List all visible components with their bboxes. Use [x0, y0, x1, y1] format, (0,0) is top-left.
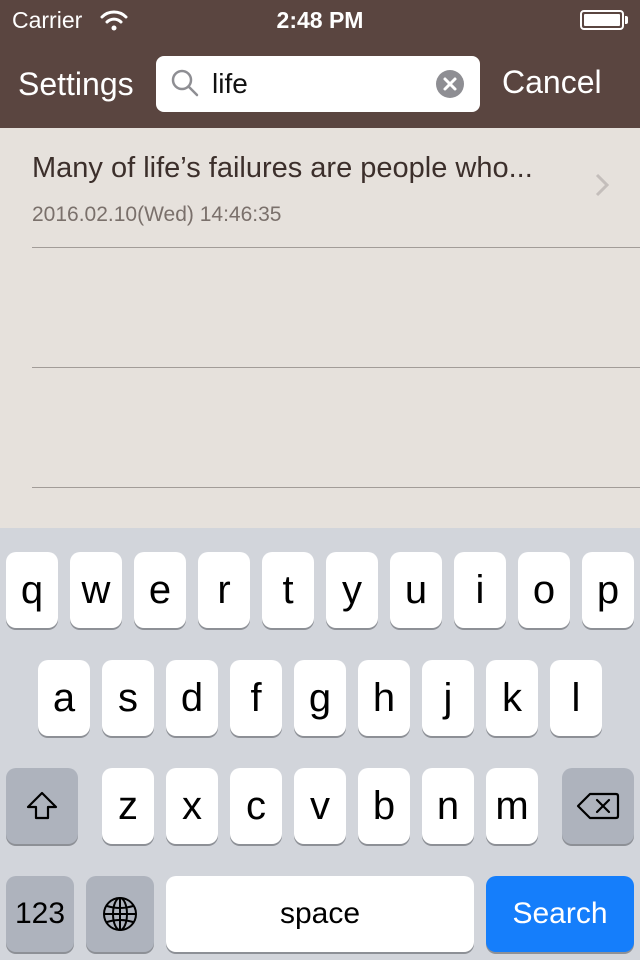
settings-button[interactable]: Settings: [18, 66, 134, 103]
key-g[interactable]: g: [294, 660, 346, 736]
key-t[interactable]: t: [262, 552, 314, 628]
battery-icon: [580, 10, 628, 30]
key-y[interactable]: y: [326, 552, 378, 628]
key-z[interactable]: z: [102, 768, 154, 844]
list-item[interactable]: Many of life’s failures are people who..…: [0, 128, 640, 248]
key-x[interactable]: x: [166, 768, 218, 844]
cancel-button[interactable]: Cancel: [502, 64, 602, 101]
key-o[interactable]: o: [518, 552, 570, 628]
shift-icon: [26, 791, 58, 820]
row-divider: [32, 487, 640, 488]
key-m[interactable]: m: [486, 768, 538, 844]
key-p[interactable]: p: [582, 552, 634, 628]
status-bar: Carrier 2:48 PM: [0, 0, 640, 40]
space-key[interactable]: space: [166, 876, 474, 952]
key-c[interactable]: c: [230, 768, 282, 844]
key-b[interactable]: b: [358, 768, 410, 844]
key-e[interactable]: e: [134, 552, 186, 628]
key-u[interactable]: u: [390, 552, 442, 628]
key-r[interactable]: r: [198, 552, 250, 628]
empty-row: [0, 248, 640, 368]
numbers-key[interactable]: 123: [6, 876, 74, 952]
delete-key[interactable]: [562, 768, 634, 844]
key-i[interactable]: i: [454, 552, 506, 628]
close-icon: [443, 77, 457, 91]
globe-icon: [103, 897, 137, 931]
empty-row: [0, 368, 640, 488]
status-time: 2:48 PM: [276, 7, 364, 33]
globe-key[interactable]: [86, 876, 154, 952]
search-icon: [171, 69, 199, 97]
key-j[interactable]: j: [422, 660, 474, 736]
key-s[interactable]: s: [102, 660, 154, 736]
key-d[interactable]: d: [166, 660, 218, 736]
key-h[interactable]: h: [358, 660, 410, 736]
navigation-header: Carrier 2:48 PM Settings Cancel: [0, 0, 640, 128]
key-l[interactable]: l: [550, 660, 602, 736]
result-title: Many of life’s failures are people who..…: [32, 152, 533, 184]
clear-search-button[interactable]: [436, 70, 464, 98]
search-results-list: Many of life’s failures are people who..…: [0, 128, 640, 488]
search-key[interactable]: Search: [486, 876, 634, 952]
keyboard: q w e r t y u i o p a s d f g h j k l z …: [0, 528, 640, 960]
backspace-icon: [576, 792, 620, 820]
key-v[interactable]: v: [294, 768, 346, 844]
shift-key[interactable]: [6, 768, 78, 844]
key-n[interactable]: n: [422, 768, 474, 844]
search-field[interactable]: [156, 56, 480, 112]
key-a[interactable]: a: [38, 660, 90, 736]
search-input[interactable]: [212, 66, 422, 102]
key-k[interactable]: k: [486, 660, 538, 736]
key-q[interactable]: q: [6, 552, 58, 628]
result-date: 2016.02.10(Wed) 14:46:35: [32, 203, 282, 226]
key-w[interactable]: w: [70, 552, 122, 628]
chevron-right-icon: [595, 173, 610, 197]
key-f[interactable]: f: [230, 660, 282, 736]
